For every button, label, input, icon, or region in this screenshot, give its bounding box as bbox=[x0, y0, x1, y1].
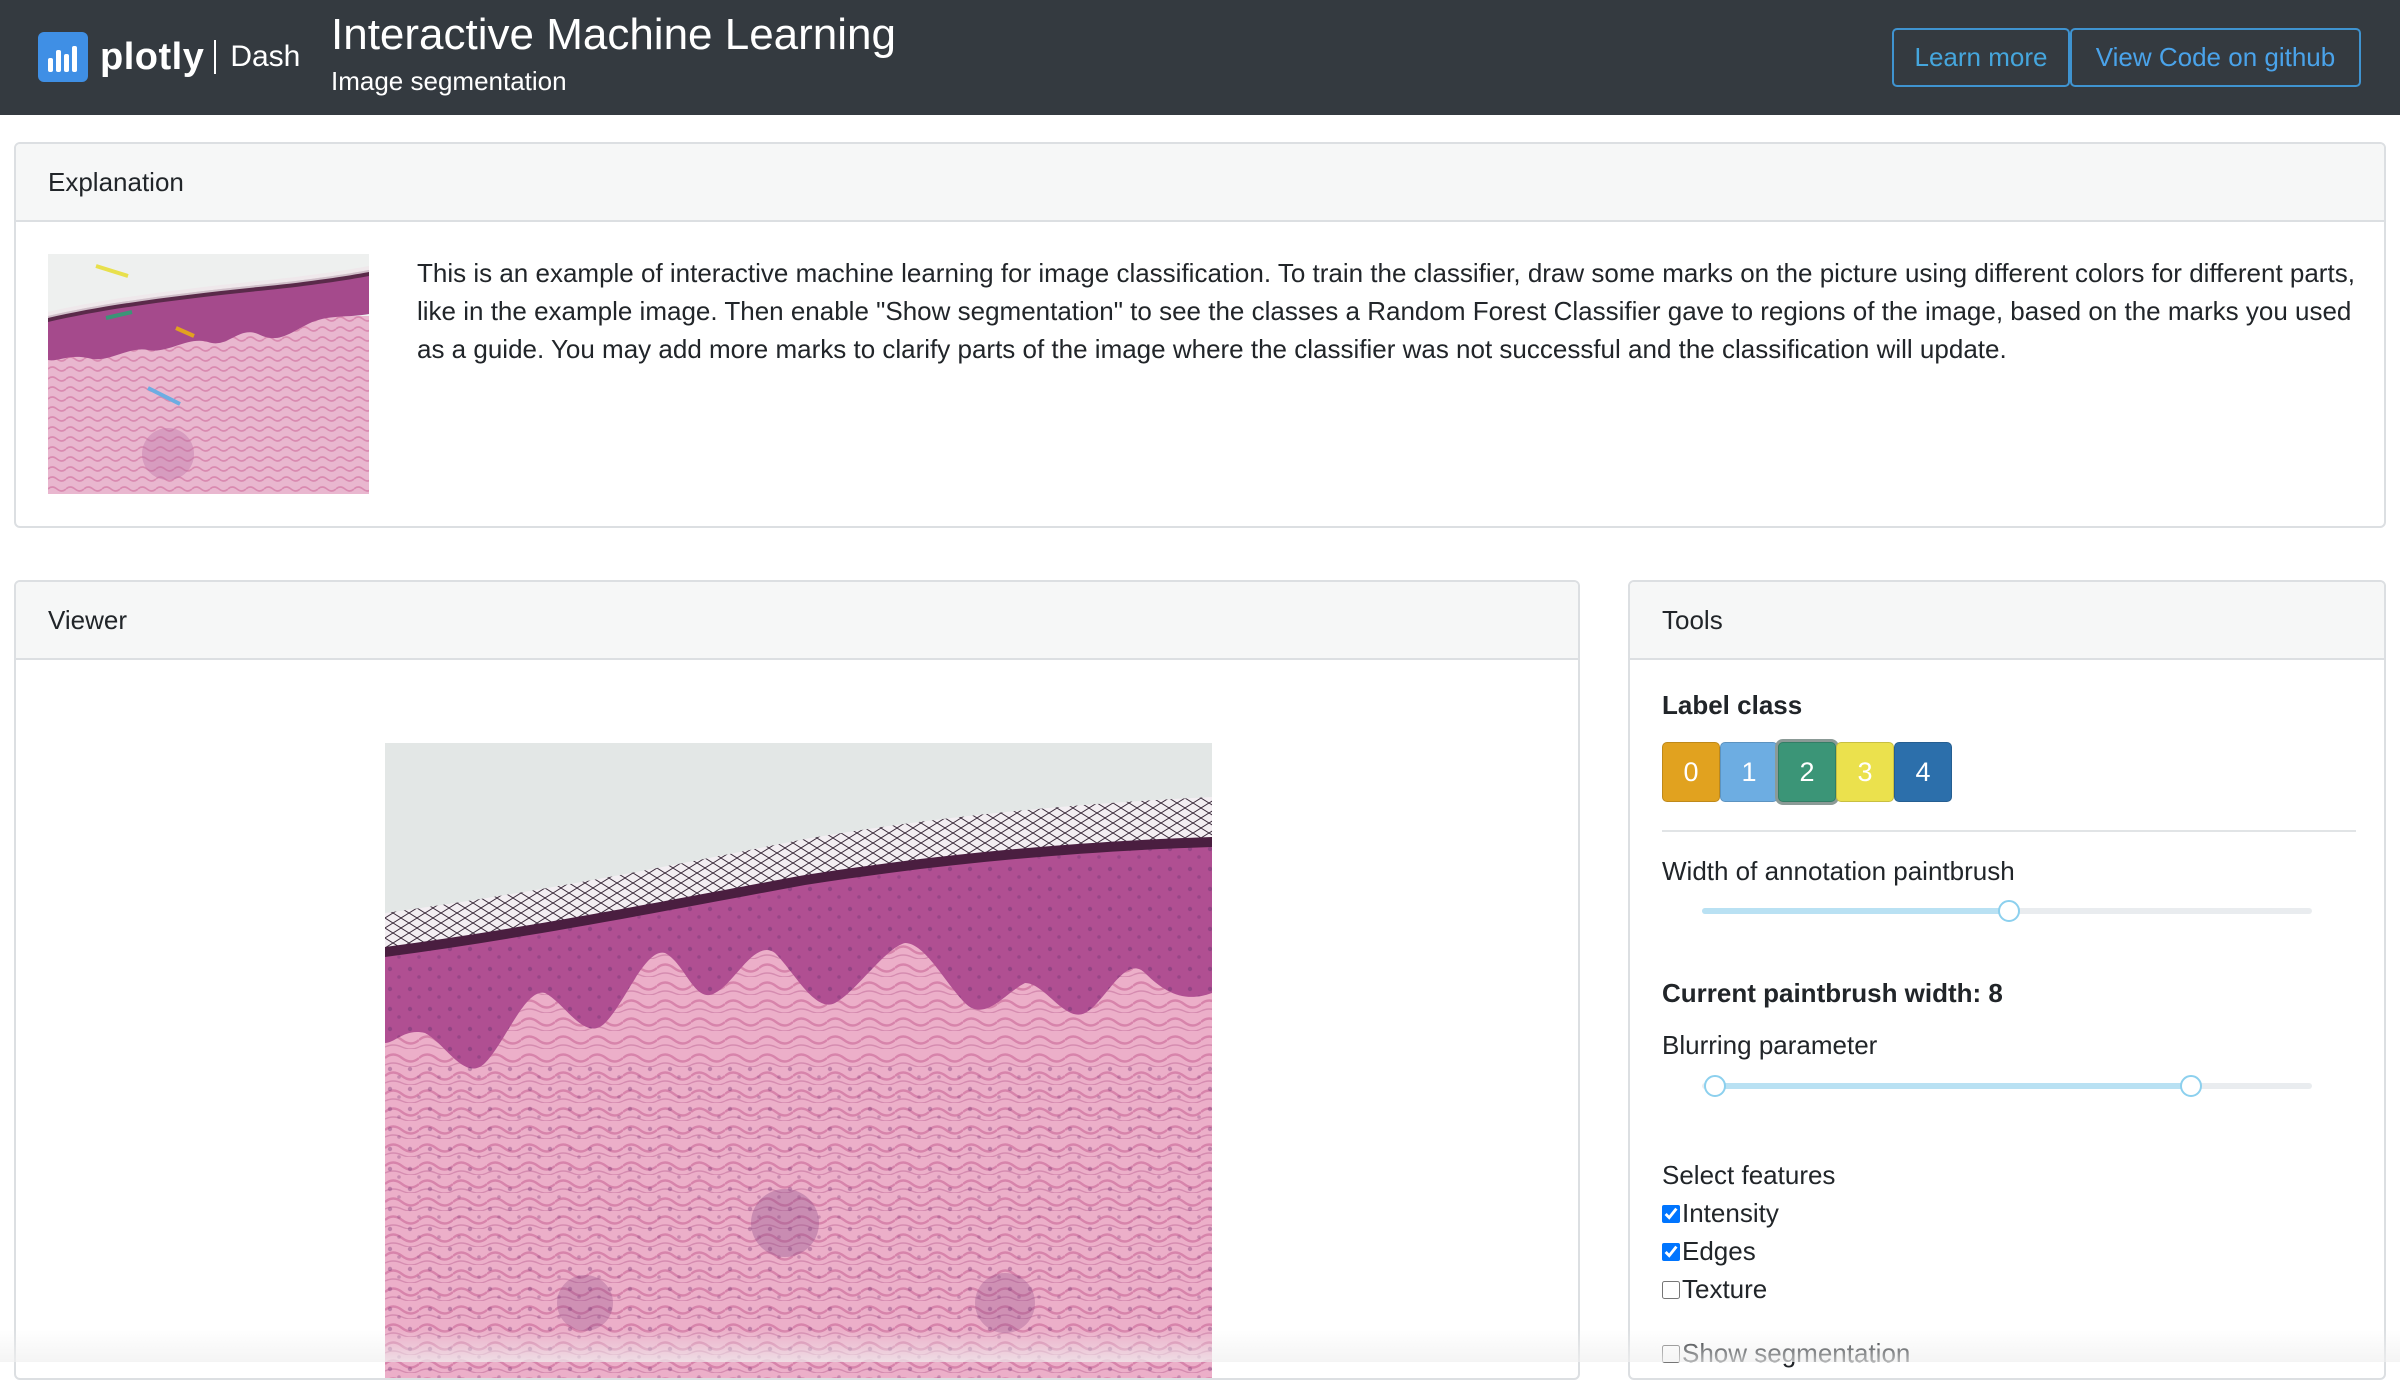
feature-edges-checkbox[interactable] bbox=[1662, 1242, 1680, 1261]
feature-texture-option[interactable]: Texture bbox=[1662, 1274, 1767, 1305]
feature-texture-label: Texture bbox=[1682, 1274, 1768, 1304]
feature-intensity-option[interactable]: Intensity bbox=[1662, 1198, 1779, 1229]
feature-intensity-label: Intensity bbox=[1682, 1198, 1779, 1228]
label-class-3-button[interactable]: 3 bbox=[1836, 742, 1894, 802]
annotation-canvas-image[interactable] bbox=[385, 743, 1212, 1378]
show-segmentation-checkbox[interactable] bbox=[1662, 1344, 1680, 1363]
tools-divider bbox=[1662, 830, 2356, 832]
label-class-4-button[interactable]: 4 bbox=[1894, 742, 1952, 802]
plotly-dash-logo[interactable]: plotly Dash bbox=[38, 30, 300, 84]
blurring-min-handle[interactable] bbox=[1704, 1075, 1726, 1097]
feature-edges-label: Edges bbox=[1682, 1236, 1756, 1266]
feature-edges-option[interactable]: Edges bbox=[1662, 1236, 1756, 1267]
label-class-title: Label class bbox=[1662, 690, 1803, 720]
explanation-header: Explanation bbox=[16, 144, 2384, 222]
brand-word: plotly bbox=[100, 35, 205, 78]
paintbrush-width-slider-handle[interactable] bbox=[1998, 900, 2020, 922]
learn-more-button[interactable]: Learn more bbox=[1892, 28, 2070, 87]
app-title: Interactive Machine Learning bbox=[331, 10, 896, 59]
example-annotated-image bbox=[48, 254, 369, 494]
current-paintbrush-width: Current paintbrush width: 8 bbox=[1662, 978, 2003, 1008]
label-class-1-button[interactable]: 1 bbox=[1720, 742, 1778, 802]
viewer-header: Viewer bbox=[16, 582, 1578, 660]
blurring-parameter-label: Blurring parameter bbox=[1662, 1030, 1878, 1060]
show-segmentation-label: Show segmentation bbox=[1682, 1338, 1911, 1368]
select-features-label: Select features bbox=[1662, 1160, 1836, 1190]
tools-header: Tools bbox=[1630, 582, 2384, 660]
view-code-github-button[interactable]: View Code on github bbox=[2070, 28, 2361, 87]
top-navbar: plotly Dash Interactive Machine Learning… bbox=[0, 0, 2400, 115]
plotly-logo-icon bbox=[38, 32, 88, 82]
app-subtitle: Image segmentation bbox=[331, 66, 567, 96]
explanation-text: This is an example of interactive machin… bbox=[417, 258, 2355, 364]
blurring-max-handle[interactable] bbox=[2180, 1075, 2202, 1097]
explanation-card: Explanation This is an example of intera… bbox=[14, 142, 2386, 528]
brand-product: Dash bbox=[230, 40, 301, 73]
feature-texture-checkbox[interactable] bbox=[1662, 1280, 1680, 1299]
brand-divider bbox=[214, 40, 217, 74]
label-class-2-button[interactable]: 2 bbox=[1778, 742, 1836, 802]
viewer-card: Viewer bbox=[14, 580, 1580, 1380]
label-class-0-button[interactable]: 0 bbox=[1662, 742, 1720, 802]
show-segmentation-option[interactable]: Show segmentation bbox=[1662, 1338, 1910, 1369]
tools-card: Tools Label class 0 1 2 3 4 Width of ann… bbox=[1628, 580, 2386, 1380]
paintbrush-width-label: Width of annotation paintbrush bbox=[1662, 856, 2015, 886]
feature-intensity-checkbox[interactable] bbox=[1662, 1204, 1680, 1223]
